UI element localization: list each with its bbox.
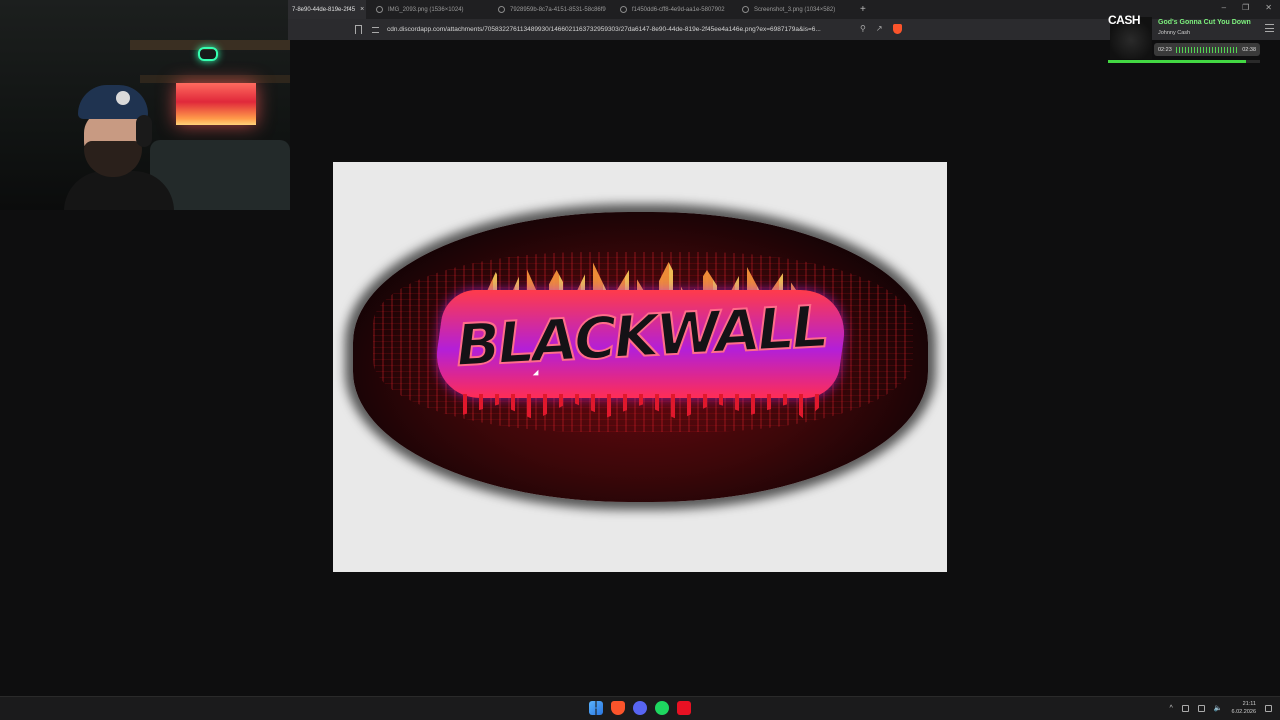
waveform	[1175, 46, 1239, 53]
share-icon[interactable]: ↗	[876, 24, 883, 34]
headset	[136, 115, 152, 147]
system-tray: ^ 🔈 21:11 6.02.2026	[1170, 700, 1272, 716]
notification-icon[interactable]	[1265, 704, 1272, 712]
song-progress-fill	[1108, 60, 1246, 63]
discord-icon[interactable]	[633, 701, 647, 715]
chevron-up-icon[interactable]: ^	[1170, 705, 1173, 712]
elapsed-time: 02:23	[1158, 46, 1172, 53]
globe-icon	[742, 6, 749, 13]
tab-title: Screenshot_3.png (1034×582)	[754, 6, 836, 13]
tab-title: 7928959b-8c7a-4151-8531-58c86f9	[510, 6, 606, 13]
playback-bar: 02:23 02:38	[1154, 43, 1260, 56]
browser-tab-active[interactable]: 7-8e90-44de-819e-2f45 ×	[288, 0, 366, 19]
network-icon[interactable]	[1197, 704, 1205, 712]
song-progress	[1108, 60, 1260, 63]
volume-icon[interactable]: 🔈	[1214, 704, 1223, 712]
background-shelf	[140, 75, 290, 83]
taskbar: ^ 🔈 21:11 6.02.2026	[0, 696, 1280, 720]
album-art-text: CASH	[1108, 13, 1141, 27]
cap-logo	[116, 91, 130, 105]
close-window-icon[interactable]: ✕	[1265, 3, 1272, 12]
zoom-icon[interactable]: ⚲	[860, 24, 866, 34]
song-artist: Johnny Cash	[1158, 30, 1191, 36]
calendar-app-icon[interactable]	[677, 701, 691, 715]
total-time: 02:38	[1242, 46, 1256, 53]
globe-icon	[498, 6, 505, 13]
screen: 7-8e90-44de-819e-2f45 × IMG_2093.png (15…	[0, 0, 1280, 720]
streamer-torso	[64, 171, 174, 210]
globe-icon	[376, 6, 383, 13]
brave-shields-icon[interactable]	[892, 24, 902, 34]
streamer-cap	[78, 85, 148, 119]
close-tab-icon[interactable]: ×	[360, 6, 364, 13]
song-title: God's Gonna Cut You Down	[1158, 19, 1251, 26]
bookmark-icon[interactable]	[355, 25, 362, 34]
tab-title: IMG_2093.png (1536×1024)	[388, 6, 464, 13]
spotify-icon[interactable]	[655, 701, 669, 715]
address-bar-actions: ⚲ ↗	[860, 24, 902, 34]
globe-icon	[620, 6, 627, 13]
browser-tab[interactable]: f1450dd6-cff8-4e9d-aa1e-5807902	[610, 0, 732, 19]
url-text: cdn.discordapp.com/attachments/705832276…	[387, 26, 821, 33]
tab-title: 7-8e90-44de-819e-2f45	[292, 6, 356, 13]
neon-controller-sign	[198, 47, 218, 61]
clock-time: 21:11	[1242, 701, 1256, 707]
now-playing-widget: CASH God's Gonna Cut You Down Johnny Cas…	[1108, 13, 1262, 64]
site-settings-icon[interactable]	[372, 26, 379, 33]
streamer	[60, 85, 180, 210]
new-tab-button[interactable]: +	[860, 4, 866, 15]
tab-title: f1450dd6-cff8-4e9d-aa1e-5807902	[632, 6, 725, 13]
webcam-overlay	[0, 0, 290, 210]
maximize-icon[interactable]: ❐	[1242, 3, 1249, 12]
menu-icon[interactable]	[1265, 24, 1274, 32]
taskbar-apps	[589, 701, 691, 715]
clock[interactable]: 21:11 6.02.2026	[1232, 700, 1256, 716]
microphone-icon[interactable]	[1181, 704, 1189, 712]
browser-tab[interactable]: Screenshot_3.png (1034×582)	[732, 0, 854, 19]
browser-tab[interactable]: IMG_2093.png (1536×1024)	[366, 0, 488, 19]
clock-date: 6.02.2026	[1231, 709, 1256, 715]
window-controls: – ❐ ✕	[1222, 3, 1272, 12]
fireplace-screen	[176, 83, 256, 125]
brave-browser-icon[interactable]	[611, 701, 625, 715]
windows-start-icon[interactable]	[589, 701, 603, 715]
url-field[interactable]: cdn.discordapp.com/attachments/705832276…	[372, 23, 892, 36]
displayed-image[interactable]: BLACKWALL	[333, 162, 947, 572]
minimize-icon[interactable]: –	[1222, 3, 1226, 12]
browser-tab[interactable]: 7928959b-8c7a-4151-8531-58c86f9	[488, 0, 610, 19]
